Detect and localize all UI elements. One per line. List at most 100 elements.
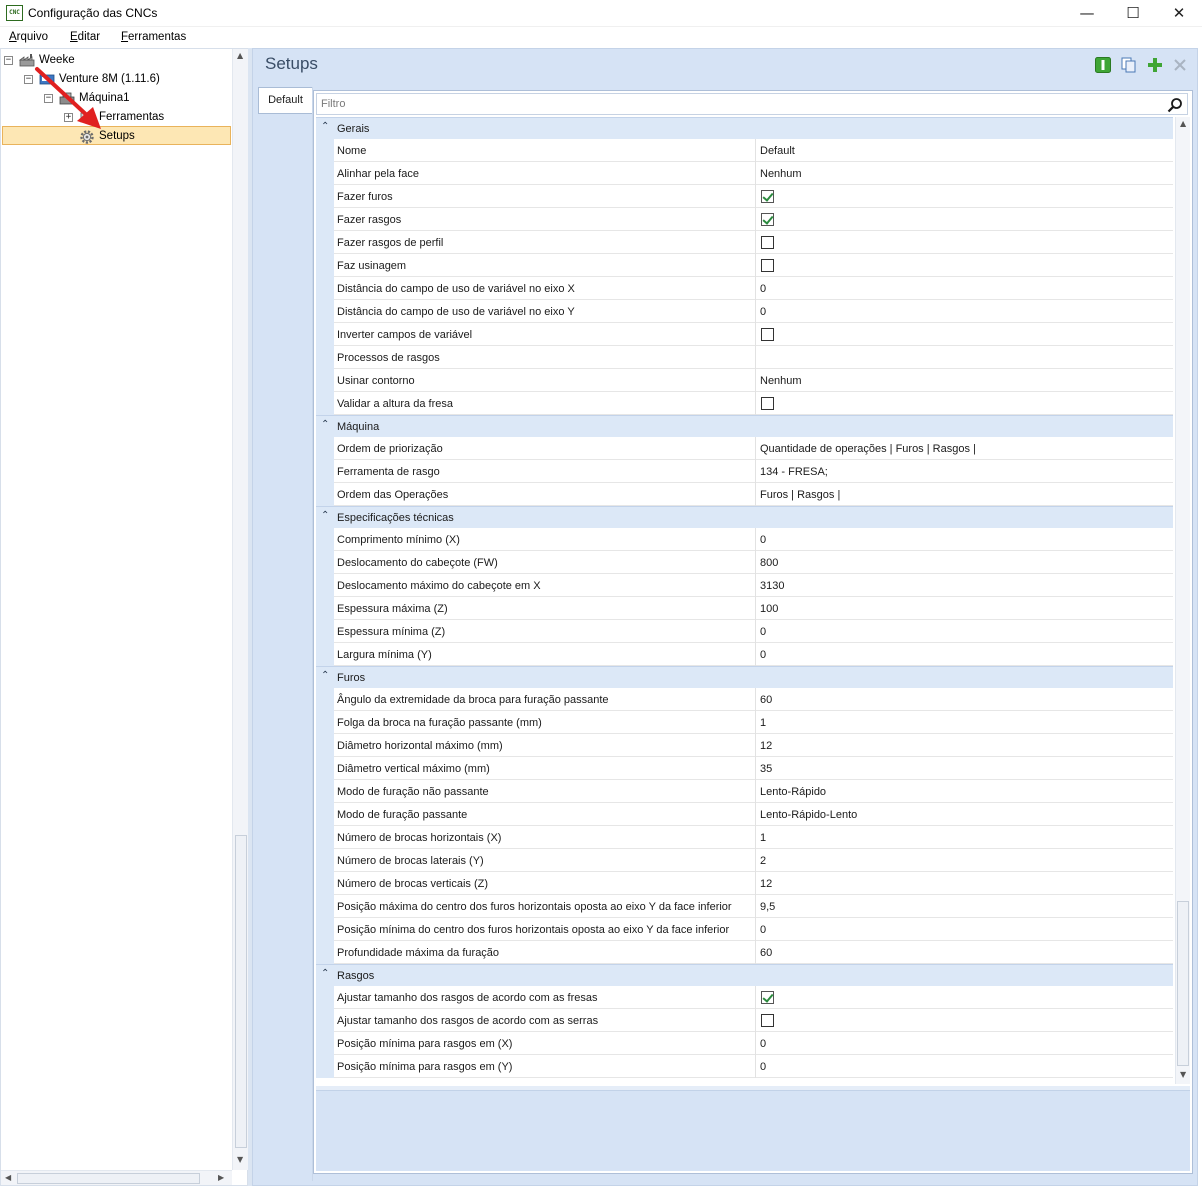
property-row[interactable]: Largura mínima (Y) 0	[334, 643, 1173, 666]
minimize-button[interactable]: —	[1064, 0, 1110, 27]
copy-icon[interactable]	[1121, 57, 1137, 73]
scroll-down-icon[interactable]: ▼	[237, 1155, 243, 1164]
property-value[interactable]	[757, 323, 1173, 346]
property-value[interactable]	[757, 254, 1173, 277]
property-value[interactable]: Quantidade de operações | Furos | Rasgos…	[757, 437, 1173, 460]
collapse-chevron-icon[interactable]: ⌃	[321, 419, 329, 430]
checked-checkbox[interactable]	[761, 190, 774, 203]
property-row[interactable]: Posição mínima para rasgos em (X) 0	[334, 1032, 1173, 1055]
collapse-chevron-icon[interactable]: ⌃	[321, 510, 329, 521]
property-value[interactable]: 60	[757, 688, 1173, 711]
property-row[interactable]: Inverter campos de variável	[334, 323, 1173, 346]
property-row[interactable]: Processos de rasgos	[334, 346, 1173, 369]
property-row[interactable]: Ordem das Operações Furos | Rasgos |	[334, 483, 1173, 506]
property-row[interactable]: Faz usinagem	[334, 254, 1173, 277]
property-value[interactable]: 2	[757, 849, 1173, 872]
property-value[interactable]: 0	[757, 528, 1173, 551]
property-row[interactable]: Folga da broca na furação passante (mm) 1	[334, 711, 1173, 734]
menu-ferramentas[interactable]: Ferramentas	[121, 31, 186, 43]
property-row[interactable]: Validar a altura da fresa	[334, 392, 1173, 415]
property-row[interactable]: Usinar contorno Nenhum	[334, 369, 1173, 392]
property-value[interactable]: 12	[757, 872, 1173, 895]
property-value[interactable]: 800	[757, 551, 1173, 574]
collapse-chevron-icon[interactable]: ⌃	[321, 670, 329, 681]
menu-arquivo[interactable]: Arquivo	[9, 31, 48, 43]
property-value[interactable]: 12	[757, 734, 1173, 757]
property-row[interactable]: Alinhar pela face Nenhum	[334, 162, 1173, 185]
property-row[interactable]: Diâmetro vertical máximo (mm) 35	[334, 757, 1173, 780]
scroll-down-icon[interactable]: ▼	[1180, 1070, 1186, 1079]
property-value[interactable]: 134 - FRESA;	[757, 460, 1173, 483]
property-row[interactable]: Fazer furos	[334, 185, 1173, 208]
maximize-button[interactable]: ☐	[1110, 0, 1156, 27]
property-value[interactable]: 1	[757, 711, 1173, 734]
property-value[interactable]: 0	[757, 277, 1173, 300]
property-value[interactable]	[757, 346, 1173, 369]
property-value[interactable]: Lento-Rápido	[757, 780, 1173, 803]
scroll-right-icon[interactable]: ▶	[218, 1173, 224, 1182]
grid-vertical-scrollbar[interactable]: ▲ ▼	[1175, 117, 1190, 1084]
property-row[interactable]: Profundidade máxima da furação 60	[334, 941, 1173, 964]
property-row[interactable]: Deslocamento do cabeçote (FW) 800	[334, 551, 1173, 574]
scroll-left-icon[interactable]: ◀	[5, 1173, 11, 1182]
tree-vertical-scrollbar[interactable]: ▲ ▼	[232, 49, 248, 1170]
property-row[interactable]: Número de brocas verticais (Z) 12	[334, 872, 1173, 895]
property-value[interactable]	[757, 986, 1173, 1009]
collapse-chevron-icon[interactable]: ⌃	[321, 968, 329, 979]
property-row[interactable]: Ajustar tamanho dos rasgos de acordo com…	[334, 986, 1173, 1009]
property-value[interactable]	[757, 208, 1173, 231]
property-value[interactable]: 0	[757, 300, 1173, 323]
property-row[interactable]: Posição máxima do centro dos furos horiz…	[334, 895, 1173, 918]
property-row[interactable]: Comprimento mínimo (X) 0	[334, 528, 1173, 551]
unchecked-checkbox[interactable]	[761, 236, 774, 249]
property-value[interactable]: Nenhum	[757, 369, 1173, 392]
menu-editar[interactable]: Editar	[70, 31, 100, 43]
collapse-chevron-icon[interactable]: ⌃	[321, 121, 329, 132]
property-row[interactable]: Modo de furação não passante Lento-Rápido	[334, 780, 1173, 803]
grid-scroll-thumb[interactable]	[1177, 901, 1189, 1066]
unchecked-checkbox[interactable]	[761, 1014, 774, 1027]
property-row[interactable]: Deslocamento máximo do cabeçote em X 3130	[334, 574, 1173, 597]
tree-horizontal-scrollbar[interactable]: ◀ ▶	[1, 1170, 232, 1185]
property-value[interactable]: 100	[757, 597, 1173, 620]
property-value[interactable]: 35	[757, 757, 1173, 780]
property-row[interactable]: Diâmetro horizontal máximo (mm) 12	[334, 734, 1173, 757]
property-row[interactable]: Distância do campo de uso de variável no…	[334, 277, 1173, 300]
property-value[interactable]: 1	[757, 826, 1173, 849]
property-row[interactable]: Posição mínima do centro dos furos horiz…	[334, 918, 1173, 941]
property-value[interactable]: 3130	[757, 574, 1173, 597]
property-value[interactable]	[757, 392, 1173, 415]
property-value[interactable]: Default	[757, 139, 1173, 162]
close-button[interactable]: ✕	[1156, 0, 1202, 27]
property-row[interactable]: Ajustar tamanho dos rasgos de acordo com…	[334, 1009, 1173, 1032]
property-row[interactable]: Fazer rasgos de perfil	[334, 231, 1173, 254]
property-value[interactable]: 0	[757, 620, 1173, 643]
category-header[interactable]: ⌃ Rasgos	[316, 964, 1173, 986]
property-value[interactable]: Lento-Rápido-Lento	[757, 803, 1173, 826]
category-header[interactable]: ⌃ Especificações técnicas	[316, 506, 1173, 528]
unchecked-checkbox[interactable]	[761, 259, 774, 272]
tree-hscroll-thumb[interactable]	[17, 1173, 200, 1184]
property-row[interactable]: Ordem de priorização Quantidade de operaç…	[334, 437, 1173, 460]
property-value[interactable]: 60	[757, 941, 1173, 964]
property-value[interactable]: Furos | Rasgos |	[757, 483, 1173, 506]
property-row[interactable]: Nome Default	[334, 139, 1173, 162]
property-value[interactable]: Nenhum	[757, 162, 1173, 185]
category-header[interactable]: ⌃ Máquina	[316, 415, 1173, 437]
category-header[interactable]: ⌃ Gerais	[316, 117, 1173, 139]
scroll-up-icon[interactable]: ▲	[237, 51, 243, 60]
property-value[interactable]	[757, 1009, 1173, 1032]
category-header[interactable]: ⌃ Furos	[316, 666, 1173, 688]
tree-scroll-thumb[interactable]	[235, 835, 247, 1148]
property-value[interactable]: 0	[757, 643, 1173, 666]
property-row[interactable]: Posição mínima para rasgos em (Y) 0	[334, 1055, 1173, 1078]
property-row[interactable]: Ferramenta de rasgo 134 - FRESA;	[334, 460, 1173, 483]
checked-checkbox[interactable]	[761, 213, 774, 226]
property-value[interactable]	[757, 185, 1173, 208]
property-row[interactable]: Espessura máxima (Z) 100	[334, 597, 1173, 620]
add-icon[interactable]	[1147, 57, 1163, 73]
checked-checkbox[interactable]	[761, 991, 774, 1004]
scroll-up-icon[interactable]: ▲	[1180, 119, 1186, 128]
property-row[interactable]: Número de brocas horizontais (X) 1	[334, 826, 1173, 849]
property-row[interactable]: Espessura mínima (Z) 0	[334, 620, 1173, 643]
